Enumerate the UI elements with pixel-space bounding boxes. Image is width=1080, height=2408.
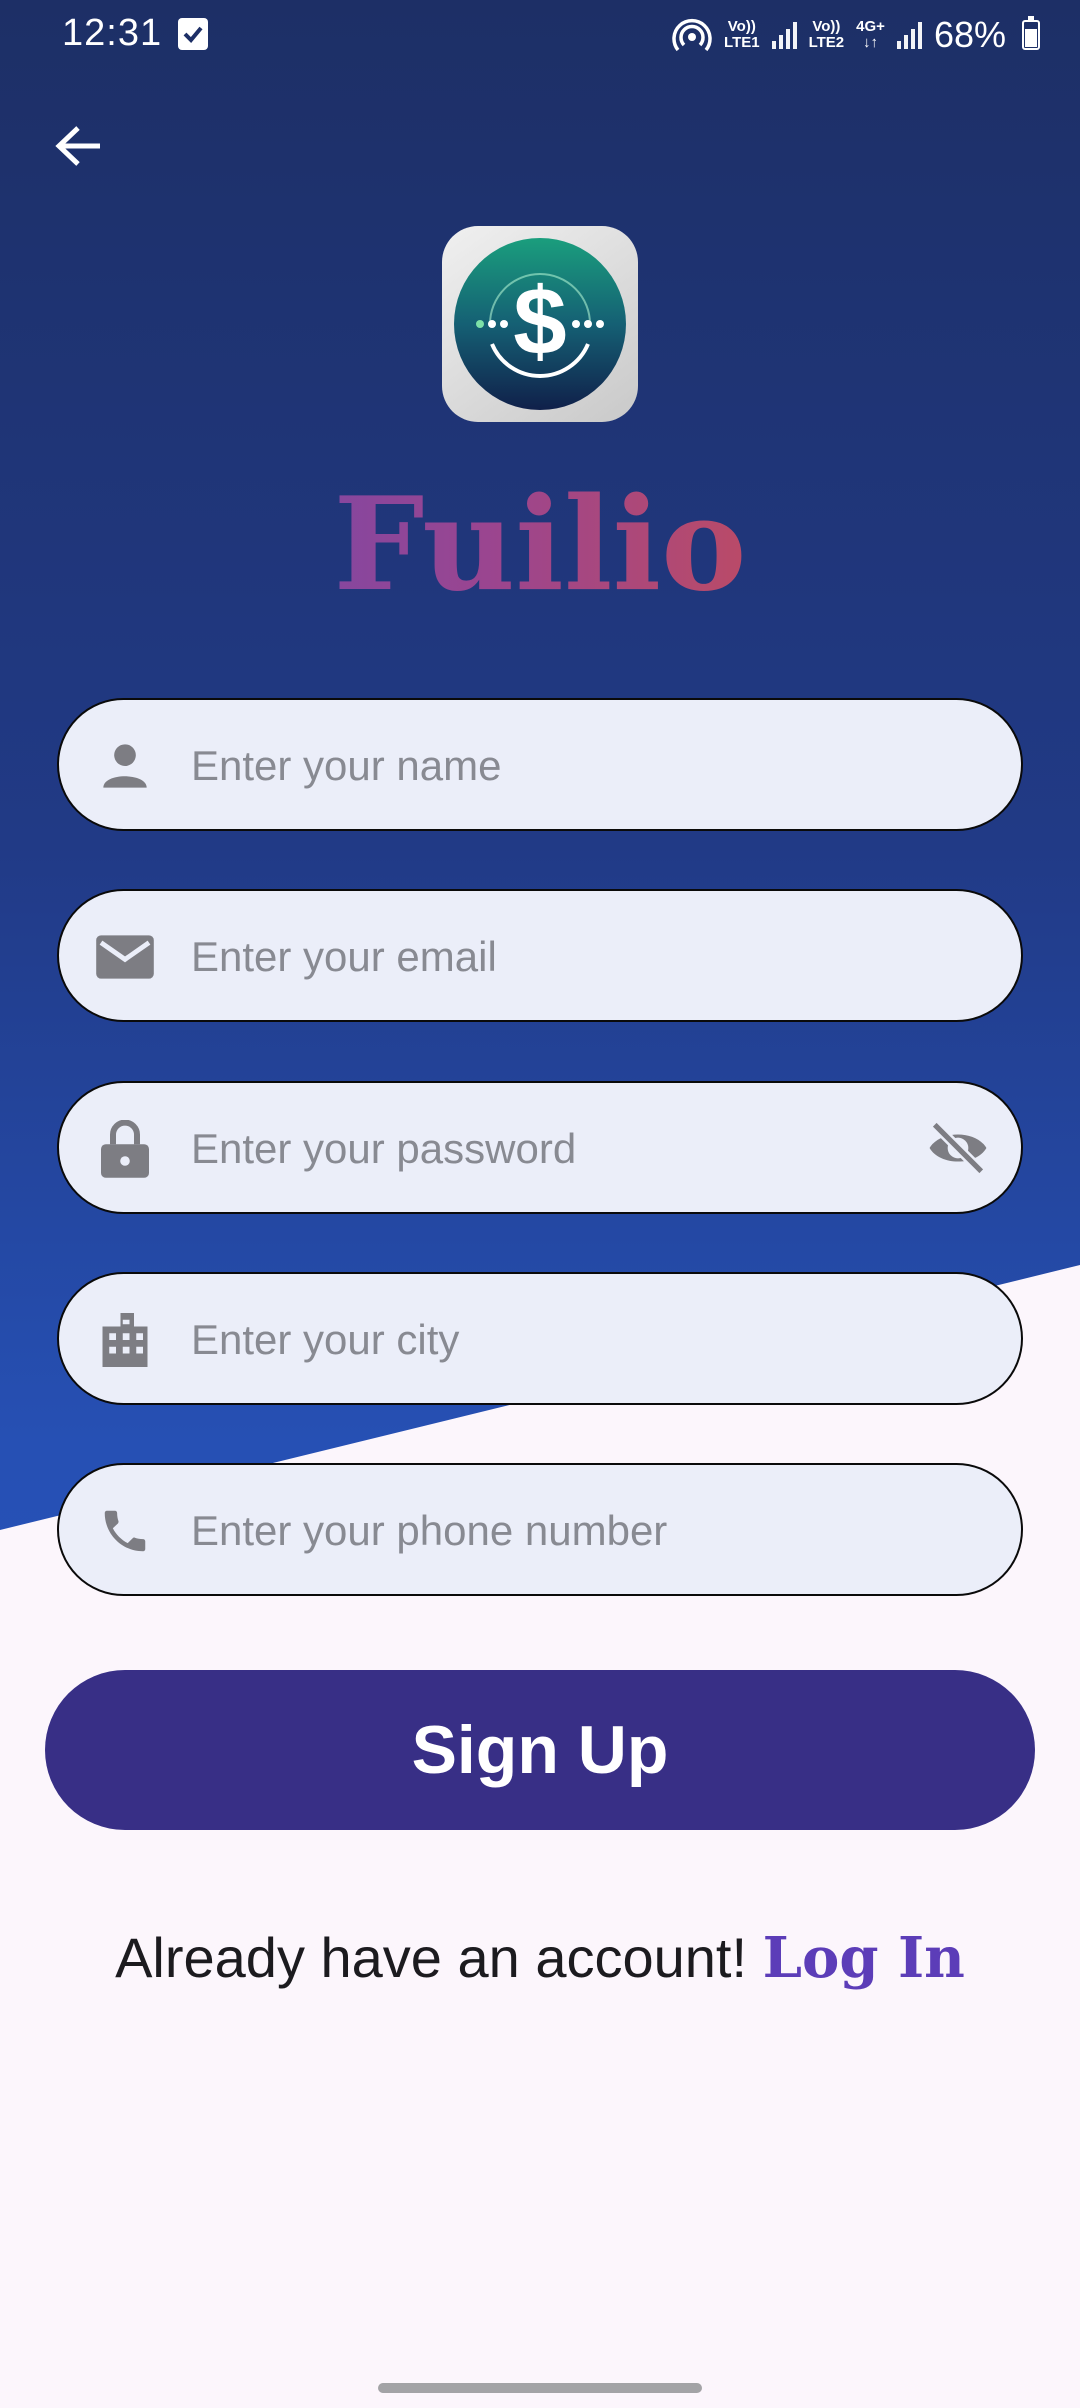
login-prompt-text: Already have an account! [115,1926,748,1989]
sim2-network: Vo)) LTE2 [809,19,845,51]
status-bar: 12:31 Vo)) LTE1 Vo)) LTE2 4G+ ↓↑ 68% [0,0,1080,70]
home-indicator[interactable] [378,2383,702,2393]
sim1-lte: LTE1 [724,34,760,51]
arrow-left-icon [55,126,100,166]
visibility-off-icon[interactable] [925,1117,991,1179]
status-right: Vo)) LTE1 Vo)) LTE2 4G+ ↓↑ 68% [672,12,1040,58]
status-time: 12:31 [62,12,163,54]
data-arrows-icon: ↓↑ [863,34,879,51]
phone-input[interactable] [191,1495,951,1567]
building-icon [95,1310,155,1370]
dollar-logo-icon: $ [454,238,626,410]
hotspot-icon [672,17,712,53]
login-link[interactable]: Log In [763,1925,965,1991]
sim1-network: Vo)) LTE1 [724,19,760,51]
email-field[interactable] [57,889,1023,1022]
city-field[interactable] [57,1272,1023,1405]
person-icon [95,736,155,796]
phone-icon [95,1501,155,1561]
email-input[interactable] [191,921,951,993]
app-title: Fuilio [0,470,1080,620]
sim1-volte: Vo)) [727,18,756,35]
sim2-lte: LTE2 [808,34,845,51]
sim2-volte: Vo)) [812,18,841,35]
signup-screen: 12:31 Vo)) LTE1 Vo)) LTE2 4G+ ↓↑ 68% $ F… [0,0,1080,2408]
svg-text:$: $ [513,268,566,375]
name-input[interactable] [191,730,951,802]
password-input[interactable] [191,1113,951,1185]
notification-check-icon [178,18,208,50]
phone-field[interactable] [57,1463,1023,1596]
city-input[interactable] [191,1304,951,1376]
back-button[interactable] [50,118,106,174]
password-field[interactable] [57,1081,1023,1214]
battery-icon [1022,16,1040,50]
name-field[interactable] [57,698,1023,831]
battery-percent: 68% [933,14,1006,55]
sim1-signal-icon [771,21,797,49]
login-prompt: Already have an account! Log In [0,1925,1080,1991]
mail-icon [95,927,155,987]
sign-up-button[interactable]: Sign Up [45,1670,1035,1830]
net-type-label: 4G+ [856,18,885,35]
app-logo: $ [442,226,638,422]
lock-icon [95,1119,155,1179]
data-type: 4G+ ↓↑ [856,19,885,51]
sim2-signal-icon [896,21,922,49]
